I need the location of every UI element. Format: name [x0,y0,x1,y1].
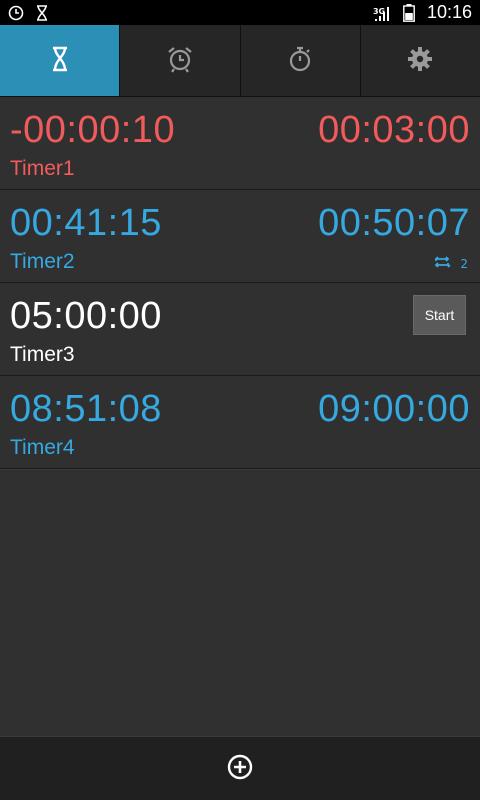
gear-icon [407,46,433,76]
add-circle-icon [227,754,253,784]
timer-name: Timer4 [10,436,75,459]
timer-elapsed: -00:00:10 [10,109,176,151]
repeat-indicator: 2 [434,256,468,271]
timer-row[interactable]: -00:00:10 00:03:00 Timer1 [0,97,480,191]
timer-row[interactable]: 00:41:15 00:50:07 Timer2 2 [0,190,480,284]
status-bar: 3G 10:16 [0,0,480,25]
start-button[interactable]: Start [413,295,466,335]
tab-alarms[interactable] [120,25,241,96]
timer-list: -00:00:10 00:03:00 Timer1 00:41:15 00:50… [0,97,480,470]
timer-row[interactable]: 05:00:00 Timer3 Start [0,283,480,377]
network-label: 3G [372,6,386,16]
add-timer-button[interactable] [227,754,253,784]
hourglass-icon [34,4,50,21]
battery-icon [401,3,417,22]
timer-total: 00:03:00 [318,109,470,151]
status-right: 3G 10:16 [373,2,472,23]
status-left [8,4,50,21]
signal-icon: 3G [373,5,391,21]
bottom-bar [0,736,480,800]
repeat-icon [434,256,452,271]
stopwatch-icon [287,45,313,77]
status-time: 10:16 [426,2,472,22]
timer-total: 09:00:00 [318,388,470,430]
tab-bar [0,25,480,97]
timer-name: Timer1 [10,157,75,180]
tab-settings[interactable] [360,25,480,96]
timer-name: Timer3 [10,343,75,366]
tab-stopwatch[interactable] [240,25,361,96]
hourglass-icon [50,46,70,76]
timer-elapsed: 05:00:00 [10,295,162,337]
timer-elapsed: 08:51:08 [10,388,162,430]
timer-name: Timer2 [10,250,75,273]
alarm-clock-icon [166,45,194,77]
repeat-count: 2 [460,256,468,271]
tab-timers[interactable] [0,25,121,96]
clock-icon [8,5,24,21]
timer-row[interactable]: 08:51:08 09:00:00 Timer4 [0,376,480,470]
timer-total: 00:50:07 [318,202,470,244]
timer-elapsed: 00:41:15 [10,202,162,244]
